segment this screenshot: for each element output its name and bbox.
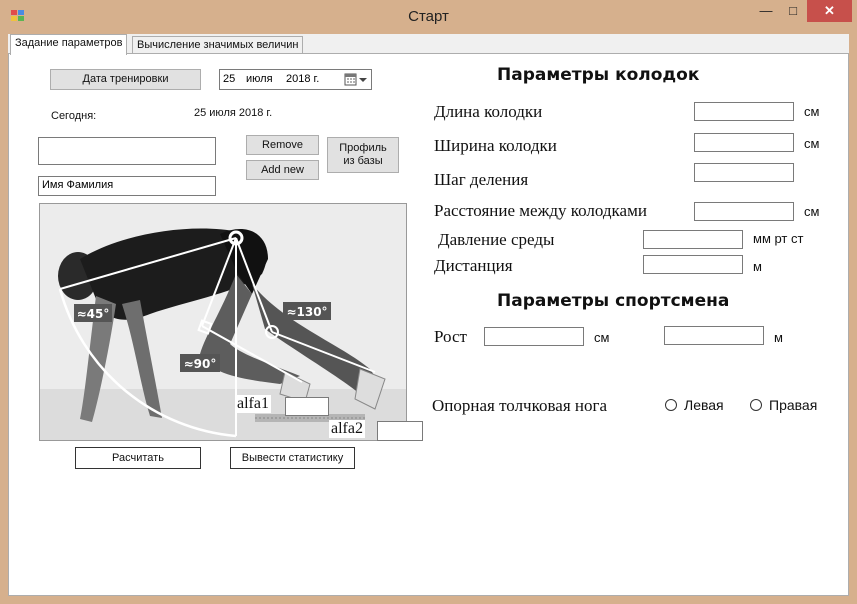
pressure-unit: мм рт ст xyxy=(753,231,804,246)
window-title: Старт xyxy=(408,8,449,25)
date-picker[interactable]: 25 июля 2018 г. xyxy=(219,69,372,90)
left-leg-label[interactable]: Левая xyxy=(684,397,724,413)
profile-combo[interactable] xyxy=(38,137,216,165)
calendar-dropdown-icon[interactable] xyxy=(344,73,368,87)
height-cm-input[interactable] xyxy=(484,327,584,346)
show-statistics-button[interactable]: Вывести статистику xyxy=(230,447,355,469)
name-field[interactable]: Имя Фамилия xyxy=(38,176,216,196)
right-leg-radio[interactable] xyxy=(750,399,762,411)
date-month: июля xyxy=(246,73,273,85)
tab-bar: Задание параметров Вычисление значимых в… xyxy=(8,34,849,55)
alfa2-input[interactable] xyxy=(377,421,423,441)
calculate-button[interactable]: Расчитать xyxy=(75,447,201,469)
angle-45-label: ≈45° xyxy=(77,307,110,321)
height-m-input[interactable] xyxy=(664,326,764,345)
right-leg-label[interactable]: Правая xyxy=(769,397,817,413)
alfa2-label: alfa2 xyxy=(329,420,365,438)
block-width-unit: см xyxy=(804,136,820,151)
app-window: Старт — □ ✕ Задание параметров Вычислени… xyxy=(0,0,857,604)
height-m-unit: м xyxy=(774,330,783,345)
minimize-button[interactable]: — xyxy=(753,0,779,22)
block-length-input[interactable] xyxy=(694,102,794,121)
distance-input[interactable] xyxy=(643,255,743,274)
sprinter-start-image: ≈45° ≈90° ≈130° xyxy=(39,203,407,441)
step-input[interactable] xyxy=(694,163,794,182)
tab-parameters[interactable]: Задание параметров xyxy=(10,34,128,55)
distance-between-unit: см xyxy=(804,204,820,219)
athlete-heading: Параметры спортсмена xyxy=(497,291,730,311)
block-width-input[interactable] xyxy=(694,133,794,152)
distance-label: Дистанция xyxy=(434,256,513,275)
today-label: Сегодня: xyxy=(51,110,97,122)
block-length-unit: см xyxy=(804,104,820,119)
distance-between-label: Расстояние между колодками xyxy=(434,201,647,220)
date-day: 25 xyxy=(223,73,236,85)
support-leg-label: Опорная толчковая нога xyxy=(432,396,608,415)
blocks-heading: Параметры колодок xyxy=(497,65,700,85)
angle-130-label: ≈130° xyxy=(286,305,327,319)
left-leg-radio[interactable] xyxy=(665,399,677,411)
date-year: 2018 г. xyxy=(286,73,320,85)
pressure-input[interactable] xyxy=(643,230,743,249)
step-label: Шаг деления xyxy=(434,170,529,189)
alfa1-input[interactable] xyxy=(285,397,329,416)
training-date-button[interactable]: Дата тренировки xyxy=(50,69,201,90)
distance-between-input[interactable] xyxy=(694,202,794,221)
block-width-label: Ширина колодки xyxy=(434,136,557,155)
remove-button[interactable]: Remove xyxy=(246,135,319,155)
block-length-label: Длина колодки xyxy=(434,102,543,121)
sprinter-figure-icon: ≈45° ≈90° ≈130° xyxy=(40,204,406,440)
profile-from-db-button[interactable]: Профиль из базы xyxy=(327,137,399,173)
add-new-button[interactable]: Add new xyxy=(246,160,319,180)
distance-unit: м xyxy=(753,259,762,274)
close-button[interactable]: ✕ xyxy=(807,0,852,22)
height-label: Рост xyxy=(434,327,467,346)
maximize-button[interactable]: □ xyxy=(780,0,806,22)
title-bar[interactable]: Старт — □ ✕ xyxy=(0,0,857,34)
height-cm-unit: см xyxy=(594,330,610,345)
alfa1-label: alfa1 xyxy=(235,395,271,413)
tab-calculations[interactable]: Вычисление значимых величин xyxy=(132,36,304,54)
angle-90-label: ≈90° xyxy=(184,357,217,371)
today-value: 25 июля 2018 г. xyxy=(194,107,273,119)
client-area: Задание параметров Вычисление значимых в… xyxy=(8,34,849,596)
pressure-label: Давление среды xyxy=(438,230,555,249)
tab-panel: Дата тренировки 25 июля 2018 г. Сегодня:… xyxy=(8,53,849,596)
